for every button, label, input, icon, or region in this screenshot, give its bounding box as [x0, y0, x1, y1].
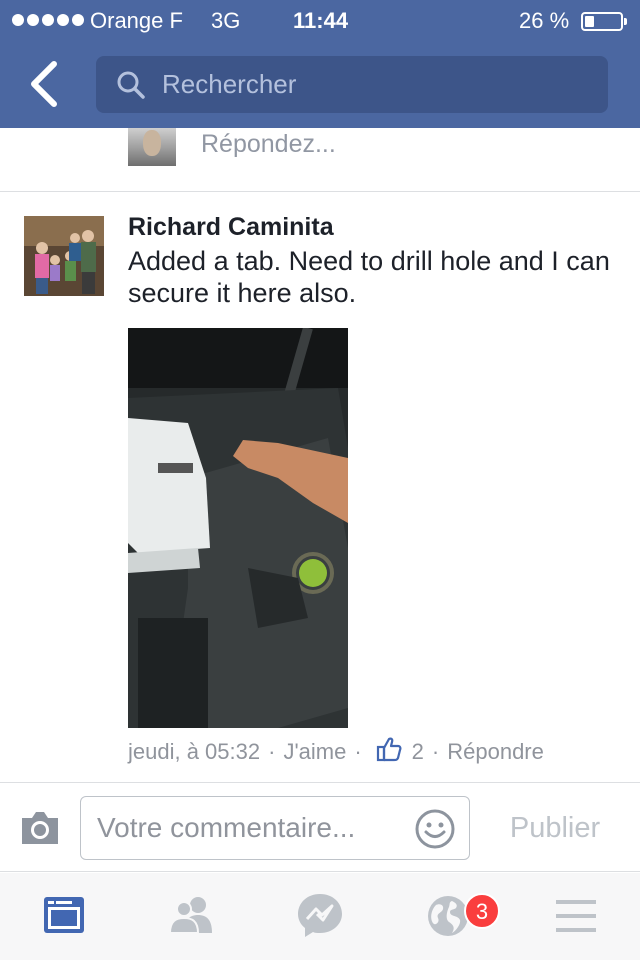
comment-input[interactable] — [97, 807, 407, 849]
reply-input[interactable]: Répondez... — [201, 130, 336, 159]
comment: Richard Caminita Added a tab. Need to dr… — [0, 193, 640, 783]
comment-composer: Publier — [0, 784, 640, 872]
smiley-icon — [415, 809, 455, 849]
reply-link[interactable]: Répondre — [447, 739, 544, 765]
notifications-badge: 3 — [464, 893, 500, 929]
chevron-left-icon — [31, 61, 57, 107]
camera-icon — [22, 812, 58, 844]
carrier-name: Orange F — [90, 8, 183, 33]
like-count[interactable]: 2 — [412, 739, 424, 765]
comment-text: Added a tab. Need to drill hole and I ca… — [128, 246, 610, 308]
user-avatar — [128, 128, 176, 166]
comment-input-box[interactable] — [80, 796, 470, 860]
news-feed-icon — [44, 897, 84, 933]
author-avatar[interactable] — [24, 216, 104, 296]
battery-percentage: 26 % — [519, 8, 570, 33]
comment-author[interactable]: Richard Caminita — [128, 213, 334, 242]
thumbs-up-icon[interactable] — [376, 736, 402, 768]
emoji-button[interactable] — [414, 808, 456, 850]
search-input[interactable] — [162, 64, 582, 105]
tab-bar: 3 — [0, 873, 640, 960]
battery-icon — [581, 12, 627, 31]
tab-menu[interactable] — [544, 891, 608, 941]
comment-photo[interactable] — [128, 328, 348, 728]
friends-icon — [168, 897, 212, 934]
like-link[interactable]: J'aime — [283, 739, 346, 765]
status-bar: Orange F 3G 11:44 26 % — [0, 0, 640, 40]
search-bar[interactable] — [96, 56, 608, 113]
comment-meta: jeudi, à 05:32 · J'aime · 2 · Répondre — [128, 736, 544, 768]
separator: · — [354, 739, 362, 764]
separator: · — [268, 739, 276, 764]
camera-button[interactable] — [18, 808, 62, 848]
tab-friend-requests[interactable] — [160, 891, 224, 941]
hamburger-menu-icon — [556, 900, 596, 932]
navigation-header: Orange F 3G 11:44 26 % — [0, 0, 640, 128]
reply-row: Répondez... — [0, 128, 640, 192]
messenger-icon — [298, 894, 342, 937]
publish-button[interactable]: Publier — [490, 808, 620, 848]
status-time: 11:44 — [293, 8, 349, 33]
comment-timestamp[interactable]: jeudi, à 05:32 — [128, 739, 260, 765]
back-button[interactable] — [22, 58, 70, 110]
tab-messenger[interactable] — [288, 891, 352, 941]
signal-strength-icon — [12, 14, 84, 26]
search-icon — [117, 71, 145, 99]
tab-news-feed[interactable] — [32, 891, 96, 941]
network-type: 3G — [211, 8, 241, 33]
separator: · — [431, 739, 440, 764]
